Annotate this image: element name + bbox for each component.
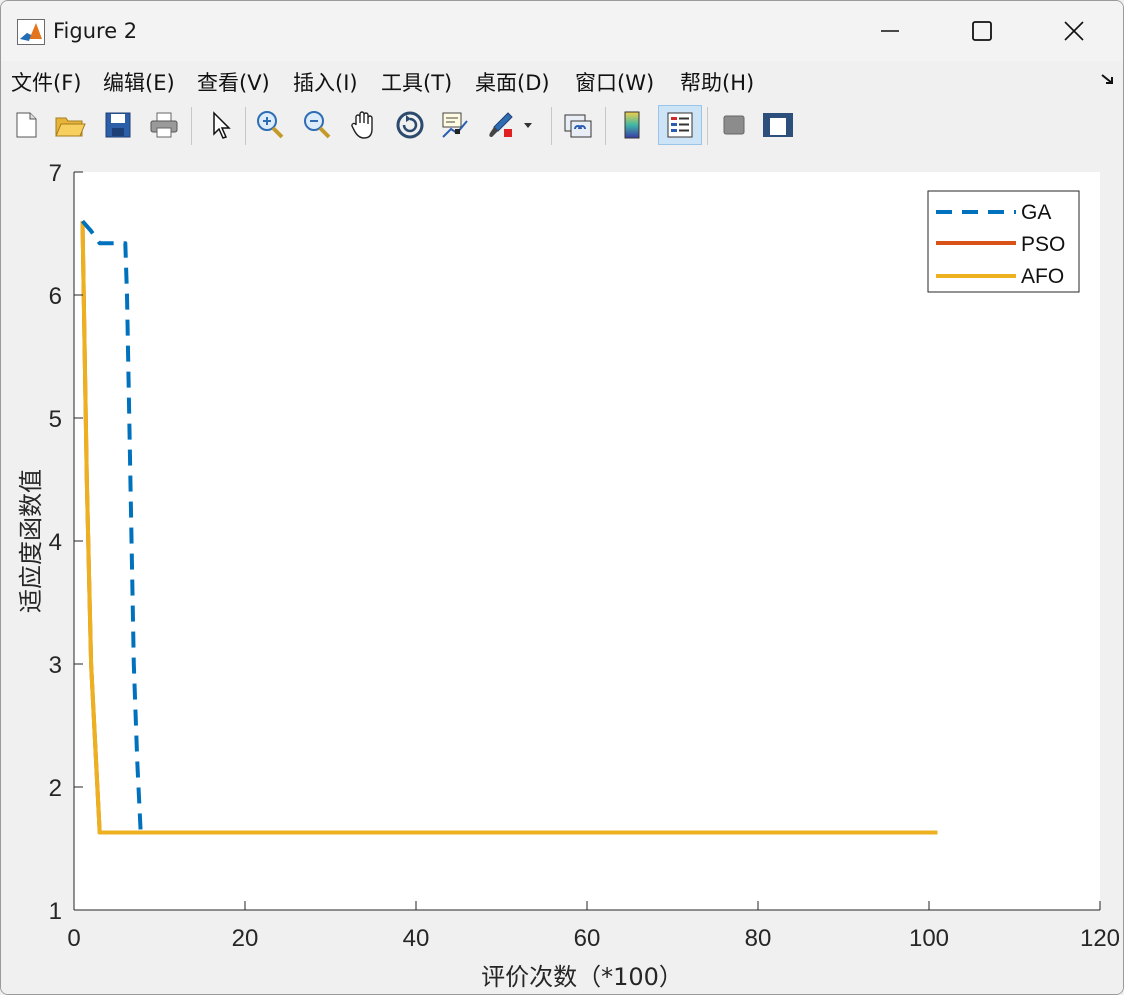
hide-plot-tools-button[interactable] — [715, 105, 753, 145]
toolbar-separator — [191, 107, 192, 145]
data-cursor-button[interactable] — [437, 105, 475, 145]
menu-file[interactable]: 文件(F) — [11, 67, 81, 97]
menu-bar: 文件(F) 编辑(E) 查看(V) 插入(I) 工具(T) 桌面(D) 窗口(W… — [1, 61, 1123, 99]
y-tick-label: 5 — [49, 406, 62, 433]
expand-arrow-icon[interactable] — [1099, 71, 1117, 89]
x-tick-label: 100 — [909, 925, 949, 952]
new-figure-button[interactable] — [7, 105, 45, 145]
open-button[interactable] — [51, 105, 89, 145]
close-icon — [1064, 21, 1084, 41]
open-folder-icon — [55, 117, 86, 137]
x-tick-label: 80 — [745, 925, 772, 952]
legend-label-pso: PSO — [1021, 233, 1065, 256]
zoom-out-button[interactable] — [298, 105, 336, 145]
y-tick-label: 7 — [49, 160, 62, 187]
x-axis-label: 评价次数（*100） — [481, 963, 683, 991]
matlab-logo-icon — [17, 19, 45, 45]
toolbar-separator — [551, 107, 552, 145]
maximize-icon — [972, 21, 992, 41]
x-tick-label: 60 — [574, 925, 601, 952]
figure-canvas: 0 20 40 60 80 100 120 1 2 3 4 5 6 7 GA PSO AFO 评价次数（*… — [1, 153, 1123, 994]
toolbar-separator — [707, 107, 708, 145]
x-tick-label: 120 — [1080, 925, 1120, 952]
minimize-button[interactable] — [867, 9, 913, 53]
x-tick-label: 20 — [232, 925, 259, 952]
save-icon — [105, 112, 131, 138]
insert-colorbar-button[interactable] — [613, 105, 651, 145]
line-chart[interactable]: 0 20 40 60 80 100 120 1 2 3 4 5 6 7 GA PSO AFO 评价次数（*… — [1, 153, 1123, 994]
menu-edit[interactable]: 编辑(E) — [103, 67, 175, 97]
menu-help[interactable]: 帮助(H) — [680, 67, 754, 97]
show-plot-tools-button[interactable] — [759, 105, 797, 145]
toolbar — [1, 99, 1123, 154]
link-plot-button[interactable] — [559, 105, 597, 145]
new-figure-icon — [16, 112, 37, 138]
zoom-out-icon — [304, 111, 331, 139]
legend[interactable]: GA PSO AFO — [927, 190, 1080, 293]
menu-insert[interactable]: 插入(I) — [293, 67, 358, 97]
print-icon — [150, 112, 178, 138]
save-button[interactable] — [99, 105, 137, 145]
y-tick-label: 6 — [49, 283, 62, 310]
legend-icon — [667, 112, 693, 138]
brush-icon — [489, 112, 532, 137]
colorbar-icon — [624, 111, 640, 139]
toolbar-separator — [605, 107, 606, 145]
legend-label-afo: AFO — [1021, 265, 1064, 288]
zoom-in-icon — [257, 111, 284, 139]
pan-button[interactable] — [345, 105, 383, 145]
menu-tools[interactable]: 工具(T) — [381, 67, 452, 97]
y-tick-label: 3 — [49, 652, 62, 679]
rotate-3d-icon — [396, 111, 424, 139]
toolbar-separator — [245, 107, 246, 145]
edit-plot-button[interactable] — [201, 105, 239, 145]
link-plot-icon — [564, 114, 592, 138]
x-tick-label: 0 — [67, 925, 80, 952]
x-tick-label: 40 — [403, 925, 430, 952]
figure-window: Figure 2 文件(F) 编辑(E) 查看(V) 插入(I) 工具(T) 桌… — [0, 0, 1124, 995]
pan-hand-icon — [351, 111, 373, 139]
maximize-button[interactable] — [959, 9, 1005, 53]
pointer-icon — [213, 111, 231, 139]
brush-button[interactable] — [485, 105, 535, 145]
title-bar: Figure 2 — [1, 1, 1123, 61]
insert-legend-button[interactable] — [658, 105, 702, 145]
hide-plot-tools-icon — [723, 115, 745, 135]
menu-view[interactable]: 查看(V) — [197, 67, 270, 97]
zoom-in-button[interactable] — [251, 105, 289, 145]
y-tick-label: 2 — [49, 775, 62, 802]
y-tick-label: 1 — [49, 898, 62, 925]
y-axis-label: 适应度函数值 — [17, 469, 45, 613]
data-cursor-icon — [442, 112, 468, 138]
window-title: Figure 2 — [53, 19, 138, 43]
menu-window[interactable]: 窗口(W) — [575, 67, 654, 97]
show-plot-tools-icon — [763, 113, 793, 137]
minimize-icon — [881, 30, 899, 32]
close-button[interactable] — [1051, 9, 1097, 53]
rotate-3d-button[interactable] — [391, 105, 429, 145]
y-tick-label: 4 — [49, 529, 62, 556]
print-button[interactable] — [145, 105, 183, 145]
legend-label-ga: GA — [1021, 201, 1051, 224]
menu-desktop[interactable]: 桌面(D) — [475, 67, 550, 97]
